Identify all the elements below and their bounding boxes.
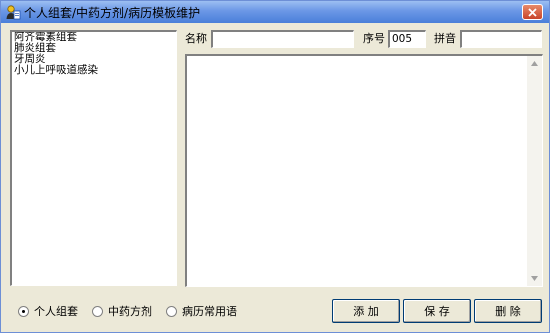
radio-personal-set[interactable]: 个人组套: [18, 304, 78, 318]
close-button[interactable]: [522, 4, 543, 20]
title-bar[interactable]: 个人组套/中药方剂/病历模板维护: [1, 1, 549, 23]
save-button[interactable]: 保 存: [403, 299, 471, 323]
main-window: 个人组套/中药方剂/病历模板维护 阿齐霉素组套 肺炎组套 牙周炎 小儿上呼吸道感…: [0, 0, 550, 333]
seq-label: 序号: [363, 32, 385, 45]
radio-herbal-prescription[interactable]: 中药方剂: [92, 304, 152, 318]
triangle-up-icon: [531, 61, 538, 66]
name-field[interactable]: [211, 30, 354, 48]
template-list[interactable]: 阿齐霉素组套 肺炎组套 牙周炎 小儿上呼吸道感染: [10, 30, 177, 286]
radio-button[interactable]: [18, 305, 29, 317]
radio-common-phrases[interactable]: 病历常用语: [166, 304, 237, 318]
scroll-down-arrow[interactable]: [527, 271, 542, 286]
name-label: 名称: [185, 32, 207, 45]
seq-field[interactable]: 005: [388, 30, 426, 48]
pinyin-label: 拼音: [434, 32, 456, 45]
add-button[interactable]: 添 加: [332, 299, 400, 323]
app-icon: [5, 4, 21, 20]
scroll-up-arrow[interactable]: [527, 56, 542, 71]
radio-button[interactable]: [166, 305, 177, 317]
category-radio-group: 个人组套 中药方剂 病历常用语: [10, 297, 322, 325]
delete-button[interactable]: 删 除: [474, 299, 542, 323]
radio-label: 个人组套: [34, 305, 78, 318]
radio-button[interactable]: [92, 305, 103, 317]
close-icon: [528, 7, 537, 17]
radio-label: 病历常用语: [182, 305, 237, 318]
window-title: 个人组套/中药方剂/病历模板维护: [24, 6, 201, 20]
vertical-scrollbar[interactable]: [527, 56, 542, 286]
pinyin-field[interactable]: [460, 30, 542, 48]
content-memo[interactable]: [185, 54, 543, 287]
triangle-down-icon: [531, 276, 538, 281]
list-item[interactable]: 小儿上呼吸道感染: [12, 65, 176, 76]
radio-label: 中药方剂: [108, 305, 152, 318]
